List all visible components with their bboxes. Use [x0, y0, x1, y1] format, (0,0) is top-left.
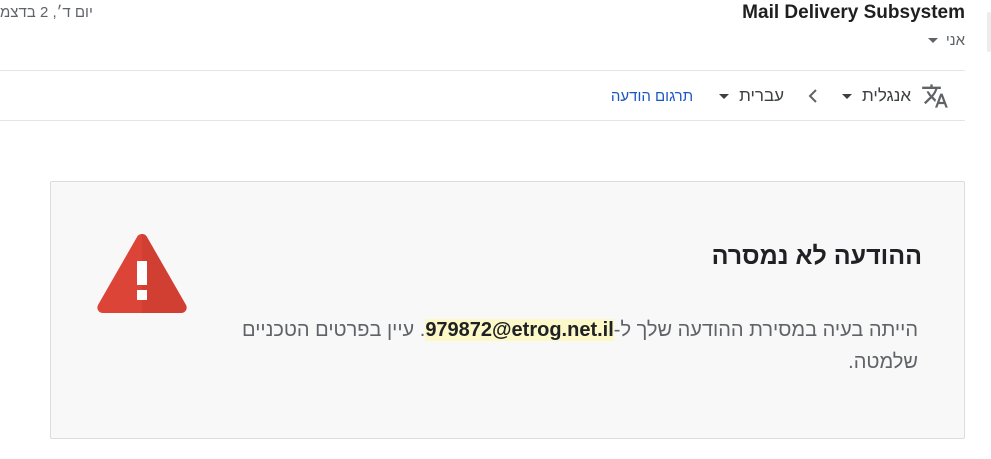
scrollbar[interactable]	[987, 12, 991, 52]
target-language-select[interactable]: עברית	[719, 86, 784, 106]
target-language-label: עברית	[739, 86, 785, 105]
source-language-select[interactable]: אנגלית	[842, 86, 911, 106]
recipient-dropdown[interactable]: אני	[927, 32, 965, 49]
chevron-down-icon	[927, 38, 938, 43]
chevron-down-icon	[719, 93, 730, 99]
source-language-label: אנגלית	[862, 86, 911, 105]
recipient-label: אני	[945, 32, 965, 49]
warning-triangle-icon	[97, 234, 187, 313]
email-view: Mail Delivery Subsystem יום ד׳, 2 בדצמ א…	[0, 0, 991, 459]
card-message: הייתה בעיה במסירת ההודעה שלך ל-979872@et…	[228, 314, 918, 378]
divider	[0, 70, 965, 71]
chevron-down-icon	[842, 93, 853, 99]
translate-icon	[922, 84, 948, 108]
message-prefix: הייתה בעיה במסירת ההודעה שלך ל-	[613, 319, 918, 341]
card-title: ההודעה לא נמסרה	[711, 242, 922, 270]
message-date: יום ד׳, 2 בדצמ	[0, 4, 93, 21]
sender-name: Mail Delivery Subsystem	[742, 2, 965, 23]
chevron-left-icon	[806, 89, 820, 103]
translate-bar: אנגלית עברית תרגום הודעה	[611, 80, 949, 112]
divider	[0, 120, 965, 121]
translate-message-link[interactable]: תרגום הודעה	[611, 88, 693, 105]
delivery-failure-card: ההודעה לא נמסרה הייתה בעיה במסירת ההודעה…	[50, 181, 965, 439]
recipient-email: 979872@etrog.net.il	[425, 319, 614, 341]
